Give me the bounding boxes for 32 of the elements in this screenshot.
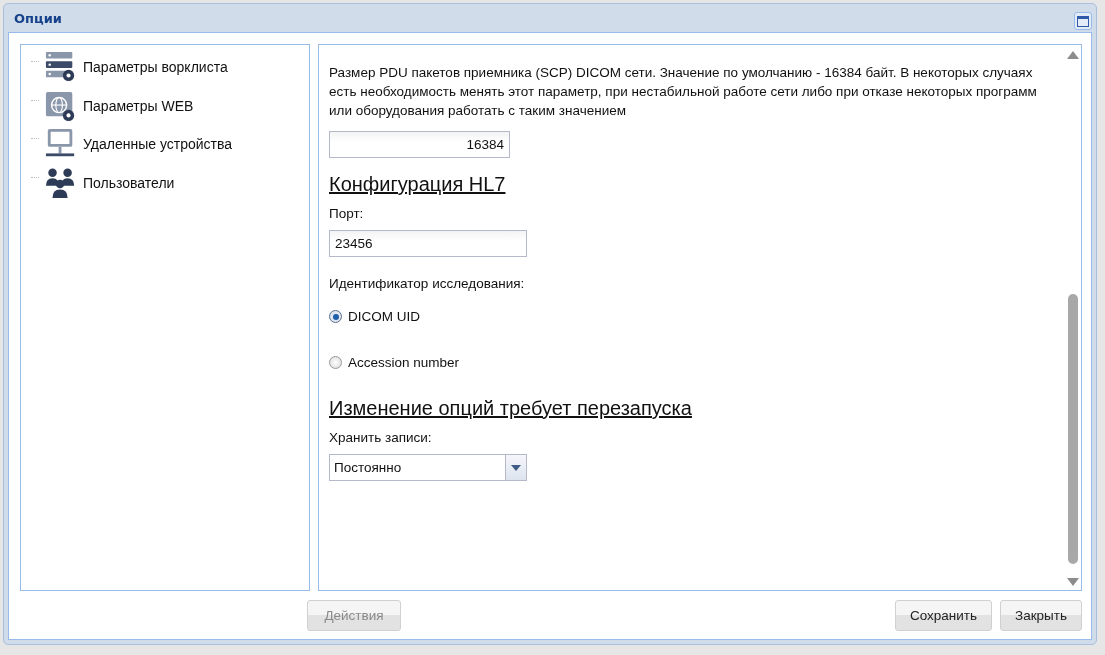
caret-icon (511, 464, 521, 471)
radio-label: DICOM UID (348, 309, 420, 324)
scroll-up-icon[interactable] (1066, 51, 1079, 59)
field-label: Хранить записи: (329, 430, 433, 445)
users-icon (45, 166, 77, 199)
tree-item-label: Пользователи (83, 174, 175, 191)
tree-item-label: Параметры WEB (83, 97, 194, 114)
scroll-down-icon[interactable] (1066, 578, 1079, 586)
dialog-button[interactable]: Закрыть (1000, 600, 1082, 631)
section-heading: Конфигурация HL7 (329, 173, 507, 196)
tree-item-label: Удаленные устройства (83, 136, 233, 153)
maximize-button[interactable] (1074, 12, 1092, 30)
server-gear-icon (45, 51, 77, 84)
tree-item[interactable]: Параметры ворклиста (31, 48, 309, 87)
section-heading: Изменение опций требует перезапуска (329, 397, 693, 420)
description-text: Размер PDU пакетов приемника (SCP) DICOM сети. Значение по умолчанию - 16384 байт. В некоторых случаях есть необходимость менять этот параметр, при нестабильной работе сети либо при отказе некоторых программ или оборудования работать с таким значением (329, 64, 1038, 120)
tree-item-label: Параметры ворклиста (83, 59, 228, 76)
dialog-button[interactable]: Сохранить (894, 600, 992, 631)
field-label: Идентификатор исследования: (329, 276, 526, 291)
records-dropdown[interactable]: Постоянно (329, 454, 527, 481)
pdu-size-field[interactable]: 16384 (329, 131, 510, 158)
radio-button[interactable] (329, 356, 342, 369)
scrollbar-thumb[interactable] (1067, 294, 1078, 564)
tree-item[interactable]: Удаленные устройства (31, 125, 309, 164)
radio-button[interactable] (329, 310, 342, 323)
port-field[interactable]: 23456 (329, 230, 527, 257)
tree-item[interactable]: Параметры WEB (31, 86, 309, 125)
tree-item[interactable]: Пользователи (31, 163, 309, 202)
window-title: Опции (14, 10, 62, 26)
globe-gear-icon (45, 89, 77, 122)
field-label: Порт: (329, 206, 365, 221)
radio-label: Accession number (348, 355, 460, 370)
